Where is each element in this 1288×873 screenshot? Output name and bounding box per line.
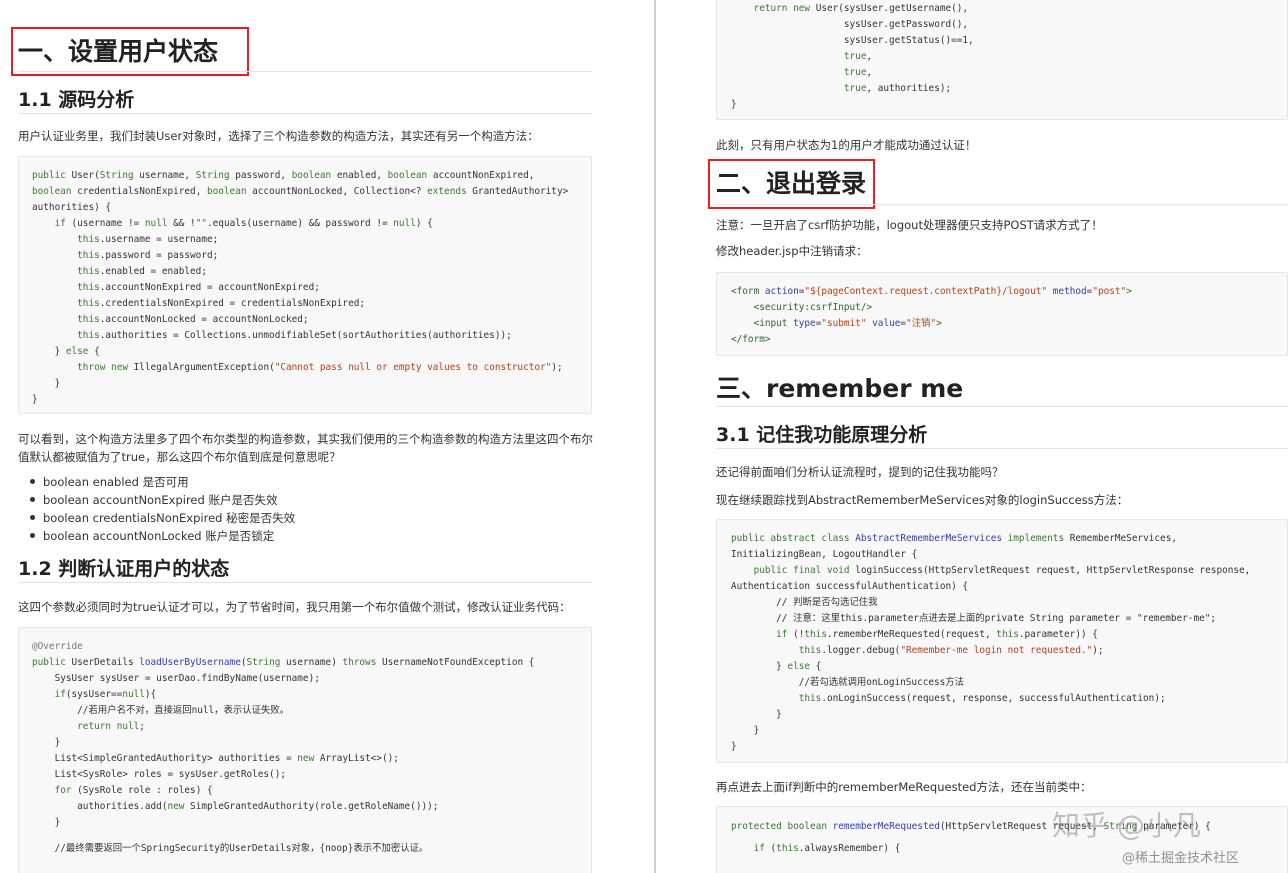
code-line: InitializingBean, LogoutHandler { — [731, 549, 918, 560]
divider — [18, 71, 592, 72]
paragraph: 现在继续跟踪找到AbstractRememberMeServices对象的log… — [716, 493, 1129, 507]
paragraph: 修改header.jsp中注销请求： — [716, 244, 868, 258]
code-line: authorities.add(new SimpleGrantedAuthori… — [32, 801, 439, 812]
code-line: true, — [843, 51, 873, 62]
paragraph: 值默认都被赋值为了true，那么这四个布尔值到底是何意思呢？ — [18, 450, 341, 464]
code-line: return new User(sysUser.getUsername(), — [753, 3, 969, 14]
paragraph: 这四个参数必须同时为true认证才可以，为了节省时间，我只用第一个布尔值做个测试… — [18, 600, 571, 614]
code-line: this.credentialsNonExpired = credentials… — [77, 298, 366, 309]
code-line: true, authorities); — [843, 83, 952, 94]
code-line: @Override — [32, 641, 83, 652]
paragraph: 用户认证业务里，我们封装User对象时，选择了三个构造参数的构造方法，其实还有另… — [18, 129, 539, 143]
code-comment: // 判断是否勾选记住我 — [731, 597, 878, 608]
left-page: 一、设置用户状态 1.1 源码分析 用户认证业务里，我们封装User对象时，选择… — [0, 0, 654, 873]
code-comment: //最终需要返回一个SpringSecurity的UserDetails对象，{… — [32, 843, 429, 854]
divider — [18, 582, 592, 583]
code-line: } — [32, 737, 61, 748]
code-line: } — [731, 741, 737, 752]
code-line: public final void loginSuccess(HttpServl… — [753, 565, 1251, 576]
code-line: Authentication successfulAuthentication)… — [731, 581, 969, 592]
divider — [18, 113, 592, 114]
code-line: sysUser.getPassword(), — [731, 19, 969, 30]
code-comment: //若用户名不对，直接返回null，表示认证失败。 — [32, 705, 290, 716]
section-title: 三、remember me — [716, 374, 964, 403]
section-title: 二、退出登录 — [716, 169, 867, 198]
code-line: this.onLoginSuccess(request, response, s… — [798, 693, 1166, 704]
divider — [716, 204, 1288, 205]
divider — [716, 406, 1288, 407]
code-block: @Override public UserDetails loadUserByU… — [18, 627, 592, 873]
code-block: public User(String username, String pass… — [18, 156, 592, 414]
list-item: boolean enabled 是否可用 — [30, 474, 189, 490]
code-line: } — [731, 99, 737, 110]
code-line: if (!this.rememberMeRequested(request, t… — [776, 629, 1098, 640]
code-line: if(sysUser==null){ — [54, 689, 157, 700]
code-line: this.password = password; — [77, 250, 219, 261]
code-line: true, — [843, 67, 873, 78]
code-line: if (this.alwaysRemember) { — [753, 843, 901, 854]
watermark: @稀土掘金技术社区 — [1122, 851, 1240, 866]
code-line: public User(String username, String pass… — [32, 170, 535, 181]
code-line: SysUser sysUser = userDao.findByName(use… — [32, 673, 320, 684]
code-line: } — [32, 817, 61, 828]
divider — [716, 448, 1288, 449]
paragraph: 此刻，只有用户状态为1的用户才能成功通过认证！ — [716, 138, 977, 152]
code-line: List<SysRole> roles = sysUser.getRoles()… — [32, 769, 286, 780]
code-line: sysUser.getStatus()==1, — [731, 35, 974, 46]
code-block: public abstract class AbstractRememberMe… — [716, 519, 1288, 763]
code-block: <form action="${pageContext.request.cont… — [716, 272, 1288, 356]
code-line: authorities) { — [32, 202, 112, 213]
code-line: this.username = username; — [77, 234, 219, 245]
code-block: return new User(sysUser.getUsername(), s… — [716, 0, 1288, 120]
code-line: } — [731, 725, 760, 736]
right-page: return new User(sysUser.getUsername(), s… — [656, 0, 1288, 873]
code-line: return null; — [77, 721, 145, 732]
list-item: boolean accountNonExpired 账户是否失效 — [30, 492, 277, 508]
subsection-title: 3.1 记住我功能原理分析 — [716, 424, 928, 446]
code-line: public UserDetails loadUserByUsername(St… — [32, 657, 535, 668]
subsection-title: 1.2 判断认证用户的状态 — [18, 558, 230, 580]
code-line: this.logger.debug("Remember-me login not… — [798, 645, 1104, 656]
code-line: } — [32, 394, 38, 405]
code-line: this.accountNonLocked = accountNonLocked… — [77, 314, 309, 325]
code-line: } else { — [731, 661, 822, 672]
code-line: boolean credentialsNonExpired, boolean a… — [32, 186, 569, 197]
code-line: <security:csrfInput/> — [753, 302, 873, 313]
paragraph: 注意：一旦开启了csrf防护功能，logout处理器便只支持POST请求方式了！ — [716, 218, 1103, 232]
code-line: this.authorities = Collections.unmodifia… — [77, 330, 512, 341]
list-item: boolean credentialsNonExpired 秘密是否失效 — [30, 510, 295, 526]
section-title: 一、设置用户状态 — [18, 37, 219, 66]
code-line: for (SysRole role : roles) { — [54, 785, 213, 796]
paragraph: 再点进去上面if判断中的rememberMeRequested方法，还在当前类中… — [716, 780, 1092, 794]
code-line: } — [731, 709, 782, 720]
paragraph: 可以看到，这个构造方法里多了四个布尔类型的构造参数，其实我们使用的三个构造参数的… — [18, 432, 593, 446]
list-item: boolean accountNonLocked 账户是否锁定 — [30, 528, 274, 544]
watermark: 知乎 @小凡 — [1052, 809, 1201, 842]
code-line: this.enabled = enabled; — [77, 266, 207, 277]
code-line: </form> — [731, 334, 771, 345]
code-line: List<SimpleGrantedAuthority> authorities… — [32, 753, 399, 764]
paragraph: 还记得前面咱们分析认证流程时，提到的记住我功能吗？ — [716, 465, 1004, 479]
subsection-title: 1.1 源码分析 — [18, 89, 135, 111]
code-line: } — [32, 378, 61, 389]
code-line: <input type="submit" value="注销"> — [753, 318, 942, 329]
code-line: <form action="${pageContext.request.cont… — [731, 286, 1132, 297]
code-line: public abstract class AbstractRememberMe… — [731, 533, 1177, 544]
code-comment: // 注意：这里this.parameter点进去是上面的private Str… — [731, 613, 1217, 624]
code-line: this.accountNonExpired = accountNonExpir… — [77, 282, 320, 293]
code-comment: //若勾选就调用onLoginSuccess方法 — [731, 677, 965, 688]
code-line: } else { — [32, 346, 100, 357]
code-line: if (username != null && !"".equals(usern… — [54, 218, 433, 229]
code-line: throw new IllegalArgumentException("Cann… — [77, 362, 563, 373]
